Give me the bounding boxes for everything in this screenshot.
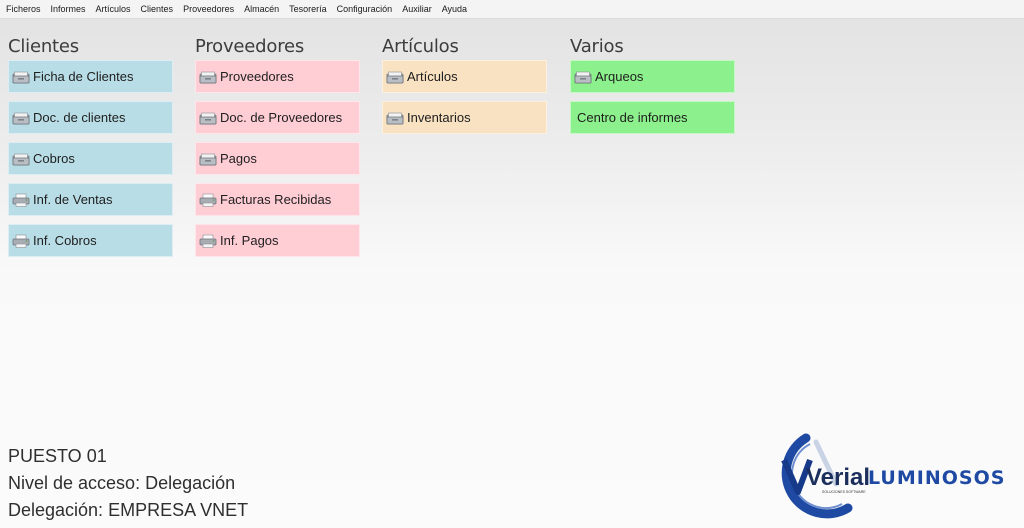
access-level-label: Nivel de acceso: Delegación xyxy=(8,473,236,493)
menu-articulos[interactable]: Artículos xyxy=(91,0,136,19)
tile-centro-de-informes[interactable]: Centro de informes xyxy=(570,101,735,134)
tile-label: Inf. de Ventas xyxy=(33,192,113,207)
column-varios: Varios Arqueos Centro de informes xyxy=(570,34,736,142)
tile-inf-pagos[interactable]: Inf. Pagos xyxy=(195,224,360,257)
tile-doc-de-proveedores[interactable]: Doc. de Proveedores xyxy=(195,101,360,134)
column-title-clientes: Clientes xyxy=(8,36,79,57)
folder-icon xyxy=(386,112,404,124)
folder-icon xyxy=(199,153,217,165)
tile-label: Inf. Cobros xyxy=(33,233,97,248)
tile-label: Inf. Pagos xyxy=(220,233,279,248)
menu-bar: Ficheros Informes Artículos Clientes Pro… xyxy=(0,0,1024,19)
tile-cobros[interactable]: Cobros xyxy=(8,142,173,175)
column-articulos: Artículos Artículos Inventarios xyxy=(382,34,548,142)
tile-ficha-de-clientes[interactable]: Ficha de Clientes xyxy=(8,60,173,93)
logo-brand-text: Verial xyxy=(806,464,870,491)
folder-icon xyxy=(386,71,404,83)
session-status: PUESTO 01 Nivel de acceso: Delegación De… xyxy=(8,443,248,524)
tile-inf-cobros[interactable]: Inf. Cobros xyxy=(8,224,173,257)
menu-informes[interactable]: Informes xyxy=(46,0,91,19)
tile-label: Ficha de Clientes xyxy=(33,69,134,84)
folder-icon xyxy=(199,71,217,83)
folder-icon xyxy=(12,112,30,124)
column-title-articulos: Artículos xyxy=(382,36,459,57)
printer-icon xyxy=(12,193,30,207)
menu-configuracion[interactable]: Configuración xyxy=(332,0,398,19)
tile-label: Arqueos xyxy=(595,69,644,84)
column-title-varios: Varios xyxy=(570,36,624,57)
logo-partner-text: LUMINOSOS xyxy=(868,467,1005,489)
tile-proveedores[interactable]: Proveedores xyxy=(195,60,360,93)
menu-ayuda[interactable]: Ayuda xyxy=(437,0,472,19)
column-title-proveedores: Proveedores xyxy=(195,36,305,57)
tile-label: Facturas Recibidas xyxy=(220,192,332,207)
printer-icon xyxy=(12,234,30,248)
tile-facturas-recibidas[interactable]: Facturas Recibidas xyxy=(195,183,360,216)
tile-pagos[interactable]: Pagos xyxy=(195,142,360,175)
menu-clientes[interactable]: Clientes xyxy=(136,0,179,19)
folder-icon xyxy=(12,71,30,83)
tile-label: Cobros xyxy=(33,151,75,166)
tile-articulos[interactable]: Artículos xyxy=(382,60,547,93)
tile-label: Inventarios xyxy=(407,110,471,125)
menu-ficheros[interactable]: Ficheros xyxy=(1,0,46,19)
verial-luminosos-logo: Verial SOLUCIONES SOFTWARE LUMINOSOS xyxy=(781,433,1005,519)
tile-label: Doc. de Proveedores xyxy=(220,110,343,125)
column-proveedores: Proveedores Proveedores Doc. de Proveedo… xyxy=(195,34,361,265)
tile-label: Doc. de clientes xyxy=(33,110,126,125)
column-clientes: Clientes Ficha de Clientes Doc. de clien… xyxy=(8,34,174,265)
menu-almacen[interactable]: Almacén xyxy=(239,0,284,19)
logo-tagline-text: SOLUCIONES SOFTWARE xyxy=(822,490,866,494)
tile-inventarios[interactable]: Inventarios xyxy=(382,101,547,134)
printer-icon xyxy=(199,193,217,207)
tile-label: Centro de informes xyxy=(577,110,688,125)
tile-inf-de-ventas[interactable]: Inf. de Ventas xyxy=(8,183,173,216)
tile-label: Pagos xyxy=(220,151,257,166)
tile-arqueos[interactable]: Arqueos xyxy=(570,60,735,93)
menu-proveedores[interactable]: Proveedores xyxy=(178,0,239,19)
menu-auxiliar[interactable]: Auxiliar xyxy=(397,0,437,19)
puesto-label: PUESTO 01 xyxy=(8,446,107,466)
folder-icon xyxy=(199,112,217,124)
folder-icon xyxy=(574,71,592,83)
delegation-label: Delegación: EMPRESA VNET xyxy=(8,500,249,520)
printer-icon xyxy=(199,234,217,248)
menu-tesoreria[interactable]: Tesorería xyxy=(284,0,332,19)
folder-icon xyxy=(12,153,30,165)
tile-label: Proveedores xyxy=(220,69,294,84)
tile-doc-de-clientes[interactable]: Doc. de clientes xyxy=(8,101,173,134)
tile-label: Artículos xyxy=(407,69,458,84)
